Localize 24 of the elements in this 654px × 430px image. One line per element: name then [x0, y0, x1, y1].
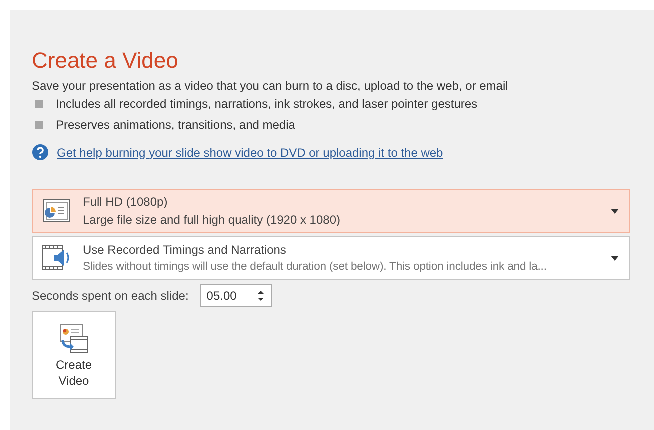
option-description: Slides without timings will use the default duration (set below). This option includes ink and la...: [83, 261, 548, 273]
bullet-icon: [35, 100, 43, 108]
description-text: Save your presentation as a video that you can burn to a disc, upload to the web, or email: [32, 79, 510, 93]
bullet-text: Preserves animations, transitions, and media: [56, 118, 296, 132]
bullet-text: Includes all recorded timings, narrations, ink strokes, and laser pointer gestures: [56, 97, 478, 111]
film-speaker-icon: [42, 244, 72, 272]
create-video-button[interactable]: Create Video: [32, 311, 116, 399]
option-title: Use Recorded Timings and Narrations: [83, 243, 288, 257]
caret-icon: [611, 256, 619, 260]
option-title: Full HD (1080p): [83, 195, 169, 209]
page-title: Create a Video: [32, 48, 180, 74]
option-description: Large file size and full high quality (1920 x 1080): [83, 213, 342, 227]
seconds-label: Seconds spent on each slide:: [32, 288, 189, 302]
help-icon: [32, 144, 49, 161]
help-link[interactable]: Get help burning your slide show video to DVD or uploading it to the web: [57, 146, 444, 160]
video-option-dropdown[interactable]: Use Recorded Timings and Narrations Slides without timings will use the default duration (set below). This option includes ink and la...: [32, 236, 630, 280]
caret-icon: [611, 208, 619, 214]
video-option-dropdown[interactable]: Full HD (1080p) Large file size and full high quality (1920 x 1080): [32, 189, 630, 233]
bullet-icon: [35, 121, 43, 129]
up-arrow-icon[interactable]: [258, 291, 264, 294]
slide-to-film-icon: [58, 324, 90, 354]
slide-icon: [43, 199, 71, 223]
seconds-spinbox[interactable]: 05.00: [200, 284, 272, 307]
down-arrow-icon[interactable]: [258, 298, 264, 301]
